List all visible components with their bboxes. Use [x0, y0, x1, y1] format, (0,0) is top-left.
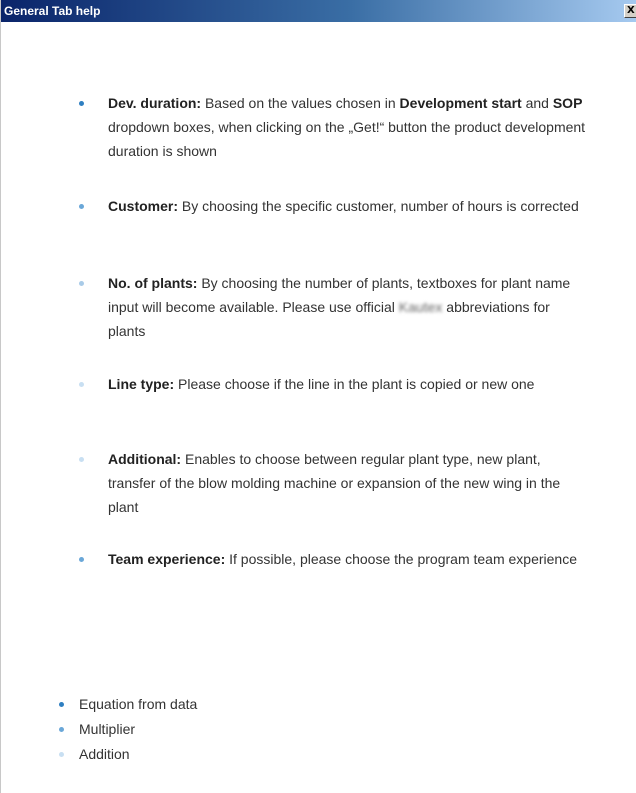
- help-text: Please choose if the line in the plant i…: [174, 376, 535, 392]
- help-item-additional: Additional: Enables to choose between re…: [108, 447, 588, 519]
- bullet-icon: [79, 457, 84, 462]
- help-item-line-type: Line type: Please choose if the line in …: [108, 372, 588, 396]
- help-term: Line type:: [108, 376, 175, 392]
- close-icon[interactable]: X: [627, 5, 635, 17]
- bullet-icon: [79, 557, 84, 562]
- help-text: Based on the values chosen in: [201, 95, 400, 111]
- help-term: Additional:: [108, 451, 182, 467]
- window-title: General Tab help: [4, 4, 101, 18]
- help-bold-text: Development start: [399, 95, 522, 111]
- help-window: General Tab help X Dev. duration: Based …: [0, 0, 636, 793]
- help-term: No. of plants:: [108, 275, 198, 291]
- help-item-customer: Customer: By choosing the specific custo…: [108, 194, 588, 218]
- help-term: Team experience:: [108, 551, 226, 567]
- legend-bullet-icon: [59, 752, 64, 757]
- bullet-icon: [79, 204, 84, 209]
- bullet-icon: [79, 382, 84, 387]
- bullet-icon: [79, 101, 84, 106]
- legend-item-equation: Equation from data: [79, 696, 198, 712]
- help-item-team-experience: Team experience: If possible, please cho…: [108, 547, 588, 571]
- legend-bullet-icon: [59, 702, 64, 707]
- legend-item-addition: Addition: [79, 746, 130, 762]
- help-text: By choosing the specific customer, numbe…: [178, 198, 579, 214]
- legend-item-multiplier: Multiplier: [79, 721, 136, 737]
- help-item-no-of-plants: No. of plants: By choosing the number of…: [108, 271, 588, 343]
- help-item-dev-duration: Dev. duration: Based on the values chose…: [108, 91, 588, 163]
- help-text: dropdown boxes, when clicking on the „Ge…: [108, 119, 586, 159]
- help-text: If possible, please choose the program t…: [225, 551, 578, 567]
- bullet-icon: [79, 281, 84, 286]
- help-term: Dev. duration:: [108, 95, 202, 111]
- legend-bullet-icon: [59, 727, 64, 732]
- help-text: and: [521, 95, 553, 111]
- help-bold-text: SOP: [552, 95, 583, 111]
- close-button[interactable]: X: [624, 4, 636, 18]
- help-term: Customer:: [108, 198, 179, 214]
- blurred-company-name: Kautex: [398, 299, 443, 315]
- title-bar[interactable]: General Tab help X: [1, 0, 636, 22]
